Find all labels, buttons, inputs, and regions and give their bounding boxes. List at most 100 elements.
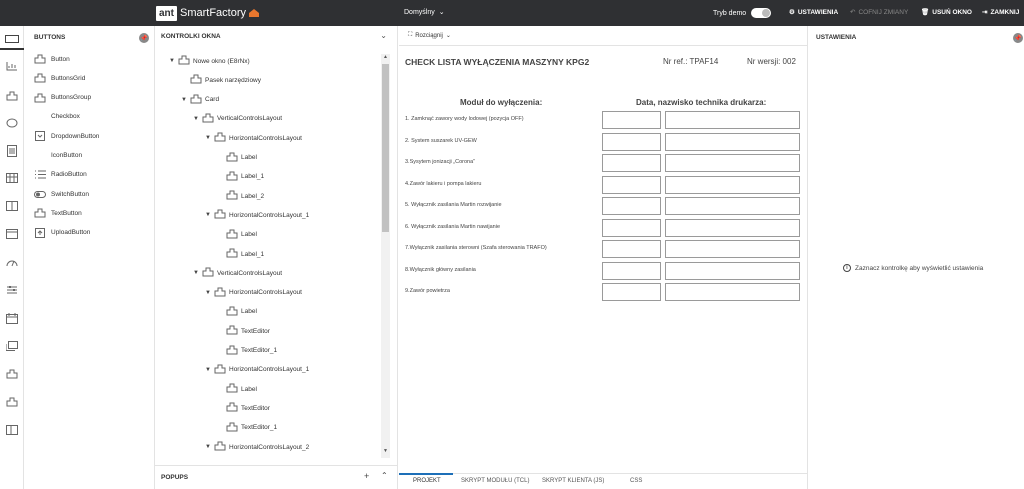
caret-down-icon[interactable]: ▼ xyxy=(193,270,199,276)
rail-comments[interactable] xyxy=(0,113,24,133)
caret-down-icon[interactable]: ▼ xyxy=(205,367,211,373)
rail-panels[interactable] xyxy=(0,420,24,440)
tree-node[interactable]: ▼ VerticalControlsLayout xyxy=(193,267,282,278)
caret-down-icon[interactable]: ▼ xyxy=(205,444,211,450)
tree-node[interactable]: Label_1 xyxy=(217,248,264,259)
tree-node[interactable]: TextEditor xyxy=(217,402,270,413)
buttons-list-item[interactable]: ButtonsGroup xyxy=(34,92,91,104)
date-input[interactable] xyxy=(602,132,661,151)
technician-name-input[interactable] xyxy=(665,111,800,129)
environment-select[interactable]: Domyślny ⌄ xyxy=(404,8,445,17)
add-popup-icon[interactable]: + xyxy=(364,471,369,481)
rail-components[interactable] xyxy=(0,86,24,106)
technician-name-input[interactable] xyxy=(665,132,800,151)
rail-modules[interactable] xyxy=(0,392,24,412)
tree-node-label: TextEditor xyxy=(241,404,270,412)
tab-project[interactable]: PROJEKT xyxy=(413,478,441,484)
technician-name-input[interactable] xyxy=(665,240,800,258)
tree-node[interactable]: ▼ VerticalControlsLayout xyxy=(193,113,282,124)
date-input[interactable] xyxy=(602,283,661,301)
tree-node[interactable]: Label_1 xyxy=(217,171,264,182)
date-input[interactable] xyxy=(602,111,661,129)
buttons-list-item[interactable]: UploadButton xyxy=(34,227,90,239)
scroll-up-icon[interactable]: ▲ xyxy=(381,54,390,62)
buttons-list-item[interactable]: Checkbox xyxy=(34,111,80,123)
tree-node[interactable]: ▼ Nowe okno (E8rNx) xyxy=(169,55,250,67)
popups-title: POPUPS xyxy=(161,474,189,481)
technician-name-input[interactable] xyxy=(665,218,800,237)
rail-sliders[interactable] xyxy=(0,280,24,300)
chevron-up-icon[interactable]: ⌃ xyxy=(381,471,388,480)
rail-layouts[interactable] xyxy=(0,196,24,216)
tree-node[interactable]: ▼ HorizontalControlsLayout_1 xyxy=(205,364,310,375)
caret-down-icon[interactable]: ▼ xyxy=(193,116,199,122)
buttons-list-item[interactable]: SwitchButton xyxy=(34,188,89,200)
tree-scrollbar-thumb[interactable] xyxy=(382,64,389,232)
tree-node[interactable]: TextEditor xyxy=(217,325,270,336)
technician-name-input[interactable] xyxy=(665,283,800,301)
tree-node[interactable]: Label xyxy=(217,383,257,394)
date-input[interactable] xyxy=(602,218,661,237)
tab-client-script[interactable]: SKRYPT KLIENTA (JS) xyxy=(542,478,604,484)
date-input[interactable] xyxy=(602,175,661,194)
tab-css[interactable]: CSS xyxy=(630,478,642,484)
tree-node[interactable]: Label xyxy=(217,306,257,317)
stretch-select[interactable]: ⛶ Rozciągnij ⌄ xyxy=(408,32,451,39)
tree-node[interactable]: ▼ HorizontalControlsLayout_2 xyxy=(205,441,309,452)
technician-name-input[interactable] xyxy=(665,261,800,280)
tree-node-label: Label xyxy=(241,154,257,161)
tree-node[interactable]: Label xyxy=(217,152,257,163)
tree-node[interactable]: Label xyxy=(217,229,257,240)
caret-down-icon[interactable]: ▼ xyxy=(205,212,211,218)
rail-calendar[interactable] xyxy=(0,308,24,328)
rail-gauges[interactable] xyxy=(0,252,24,272)
rail-windows[interactable] xyxy=(0,224,24,244)
close-button[interactable]: ⇥ ZAMKNIJ xyxy=(982,8,1019,17)
tree-node[interactable]: TextEditor_1 xyxy=(217,422,277,433)
date-input[interactable] xyxy=(602,154,661,172)
tree-node[interactable]: Pasek narzędziowy xyxy=(181,74,261,85)
chevron-down-icon: ⌄ xyxy=(438,9,445,16)
scroll-down-icon[interactable]: ▼ xyxy=(381,448,390,456)
tree-node[interactable]: TextEditor_1 xyxy=(217,345,277,356)
editor-tabs: PROJEKT SKRYPT MODUŁU (TCL) SKRYPT KLIEN… xyxy=(399,473,807,489)
rail-buttons[interactable] xyxy=(0,30,24,50)
tree-node[interactable]: ▼ HorizontalControlsLayout xyxy=(205,132,302,143)
pin-icon[interactable]: 📌 xyxy=(139,33,149,43)
rail-media[interactable] xyxy=(0,336,24,356)
buttons-list-item[interactable]: TextButton xyxy=(34,207,82,219)
tab-module-script[interactable]: SKRYPT MODUŁU (TCL) xyxy=(461,478,529,484)
rail-forms[interactable] xyxy=(0,141,24,161)
demo-toggle[interactable] xyxy=(751,8,772,18)
pin-icon[interactable]: 📌 xyxy=(1013,33,1023,43)
buttons-list-item[interactable]: RadioButton xyxy=(34,169,87,181)
tree-node-label: HorizontalControlsLayout_1 xyxy=(229,366,310,374)
caret-down-icon[interactable]: ▼ xyxy=(205,290,211,296)
rail-tables[interactable] xyxy=(0,168,24,188)
buttons-list-item[interactable]: IconButton xyxy=(34,150,82,162)
technician-name-input[interactable] xyxy=(665,154,800,172)
delete-window-button[interactable]: 🗑 USUŃ OKNO xyxy=(921,8,972,17)
rail-charts[interactable] xyxy=(0,56,24,76)
caret-down-icon[interactable]: ▼ xyxy=(181,97,187,103)
undo-button[interactable]: ↶ COFNIJ ZMIANY xyxy=(850,8,908,17)
tree-node[interactable]: ▼ HorizontalControlsLayout xyxy=(205,287,302,298)
component-icon xyxy=(178,55,190,67)
tree-node[interactable]: ▼ Card xyxy=(181,94,219,105)
date-input[interactable] xyxy=(602,261,661,280)
buttons-list-item[interactable]: ButtonsGrid xyxy=(34,72,85,84)
date-input[interactable] xyxy=(602,197,661,215)
tree-node[interactable]: ▼ HorizontalControlsLayout_1 xyxy=(205,209,309,220)
technician-name-input[interactable] xyxy=(665,197,800,215)
date-input[interactable] xyxy=(602,240,661,258)
caret-down-icon[interactable]: ▼ xyxy=(169,58,175,64)
settings-button[interactable]: ⚙ USTAWIENIA xyxy=(789,8,838,17)
chevron-down-icon[interactable]: ⌄ xyxy=(380,31,387,40)
technician-name-input[interactable] xyxy=(665,175,800,194)
rail-custom[interactable] xyxy=(0,364,24,384)
tree-node[interactable]: Label_2 xyxy=(217,190,264,201)
buttons-list-item[interactable]: Button xyxy=(34,53,70,65)
buttons-list-item[interactable]: DropdownButton xyxy=(34,130,99,142)
layout-icon xyxy=(6,201,18,211)
caret-down-icon[interactable]: ▼ xyxy=(205,135,211,141)
